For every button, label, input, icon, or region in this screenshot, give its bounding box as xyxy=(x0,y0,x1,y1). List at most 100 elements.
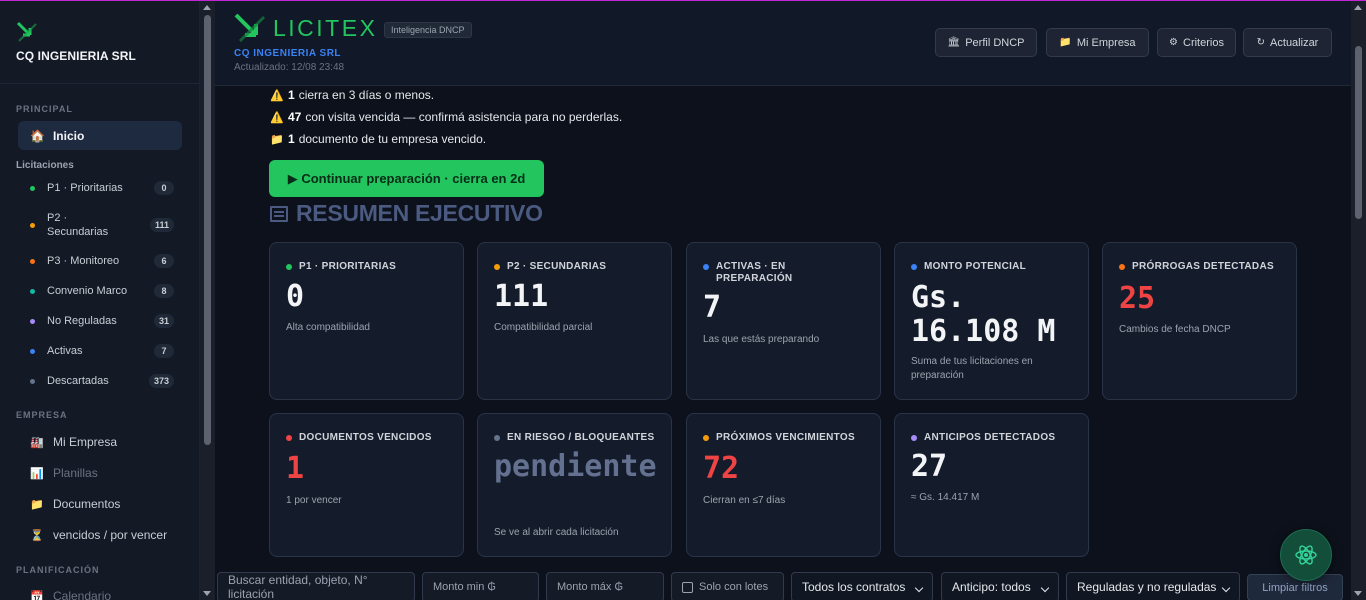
scrollbar-thumb[interactable] xyxy=(204,15,211,445)
card-title: MONTO POTENCIAL xyxy=(924,261,1027,272)
scroll-down-icon[interactable] xyxy=(1354,591,1362,596)
scroll-down-icon[interactable] xyxy=(203,591,211,596)
sidebar-item-descartadas[interactable]: Descartadas 373 xyxy=(30,374,174,388)
card-en-riesgo[interactable]: EN RIESGO / BLOQUEANTES pendiente Se ve … xyxy=(477,413,672,557)
alert-visits-expired: ⚠️ 47 con visita vencida — confirmá asis… xyxy=(270,110,622,124)
status-dot xyxy=(286,264,292,270)
status-dot xyxy=(1119,264,1125,270)
solo-lotes-checkbox[interactable]: Solo con lotes xyxy=(671,572,784,600)
sidebar-item-inicio[interactable]: 🏠 Inicio xyxy=(18,121,182,150)
card-value: 25 xyxy=(1119,281,1156,316)
card-value: 7 xyxy=(703,290,722,325)
sidebar-item-p1[interactable]: P1 · Prioritarias 0 xyxy=(30,181,174,195)
sidebar-item-activas[interactable]: Activas 7 xyxy=(30,344,174,358)
reguladas-select[interactable]: Reguladas y no reguladas xyxy=(1066,572,1240,600)
status-dot xyxy=(30,185,35,191)
count-badge: 111 xyxy=(149,218,174,232)
filter-bar: Buscar entidad, objeto, N° licitación Mo… xyxy=(215,571,1351,600)
card-subtitle: Cierran en ≤7 días xyxy=(703,495,786,506)
sidebar-item-label: Descartadas xyxy=(47,375,109,387)
calendar-icon: 📅 xyxy=(30,590,44,600)
card-subtitle: Suma de tus licitaciones en preparación xyxy=(911,356,1033,381)
card-monto-potencial[interactable]: MONTO POTENCIAL Gs. 16.108 M Suma de tus… xyxy=(894,242,1089,400)
alert-count: 47 xyxy=(288,110,302,124)
card-p2-secundarias[interactable]: P2 · SECUNDARIAS 111 Compatibilidad parc… xyxy=(477,242,672,400)
scroll-up-icon[interactable] xyxy=(203,5,211,10)
mi-empresa-button[interactable]: 📁 Mi Empresa xyxy=(1046,28,1149,57)
monto-min-input[interactable]: Monto min ₲ xyxy=(422,572,539,600)
monto-max-input[interactable]: Monto máx ₲ xyxy=(546,572,664,600)
sidebar-divider xyxy=(0,83,199,84)
alert-count: 1 xyxy=(288,132,295,146)
card-subtitle: ≈ Gs. 14.417 M xyxy=(911,492,980,503)
sidebar-item-vencidos[interactable]: ⏳ vencidos / por vencer xyxy=(30,528,167,542)
sidebar-item-p3[interactable]: P3 · Monitoreo 6 xyxy=(30,254,174,268)
brand-tag: Inteligencia DNCP xyxy=(384,22,472,38)
status-dot xyxy=(703,264,709,270)
licitex-logo-icon xyxy=(16,21,37,42)
criterios-button[interactable]: ⚙ Criterios xyxy=(1157,28,1236,57)
hourglass-icon: ⏳ xyxy=(30,529,44,542)
scroll-up-icon[interactable] xyxy=(1354,5,1362,10)
assistant-button[interactable] xyxy=(1280,529,1332,581)
actualizar-button[interactable]: ↻ Actualizar xyxy=(1243,28,1332,57)
sidebar-item-documentos[interactable]: 📁 Documentos xyxy=(30,497,120,511)
sidebar-scrollbar[interactable] xyxy=(200,1,215,600)
alert-closing-soon: ⚠️ 1 cierra en 3 días o menos. xyxy=(270,88,434,102)
status-dot xyxy=(30,222,35,228)
card-value: 1 xyxy=(286,451,305,486)
search-input[interactable]: Buscar entidad, objeto, N° licitación xyxy=(217,572,415,600)
count-badge: 7 xyxy=(154,344,174,358)
chart-icon: 📊 xyxy=(30,467,44,480)
card-p1-prioritarias[interactable]: P1 · PRIORITARIAS 0 Alta compatibilidad xyxy=(269,242,464,400)
sidebar-item-label: Planillas xyxy=(53,466,98,480)
card-value: Gs. 16.108 M xyxy=(911,280,1056,349)
sidebar-item-label: Documentos xyxy=(53,497,121,511)
scrollbar-thumb[interactable] xyxy=(1355,46,1362,219)
card-anticipos[interactable]: ANTICIPOS DETECTADOS 27 ≈ Gs. 14.417 M xyxy=(894,413,1089,557)
sidebar-section-principal: PRINCIPAL xyxy=(16,104,73,114)
status-dot xyxy=(494,435,500,441)
sidebar-item-p2[interactable]: P2 · Secundarias 111 xyxy=(30,211,174,239)
sidebar-item-label: Convenio Marco xyxy=(47,285,128,297)
gear-icon: ⚙ xyxy=(1169,37,1178,48)
card-documentos-vencidos[interactable]: DOCUMENTOS VENCIDOS 1 1 por vencer xyxy=(269,413,464,557)
status-dot xyxy=(494,264,500,270)
status-dot xyxy=(30,258,35,264)
folder-icon: 📁 xyxy=(270,133,284,146)
sidebar-item-mi-empresa[interactable]: 🏭 Mi Empresa xyxy=(30,435,117,449)
checkbox-box[interactable] xyxy=(682,581,693,593)
sidebar-item-no-reguladas[interactable]: No Reguladas 31 xyxy=(30,314,174,328)
bank-icon: 🏛 xyxy=(947,37,961,48)
button-label: Perfil DNCP xyxy=(965,36,1025,49)
sidebar-item-label: P1 · Prioritarias xyxy=(47,182,123,194)
sidebar-item-planillas[interactable]: 📊 Planillas xyxy=(30,466,98,480)
sidebar-item-convenio-marco[interactable]: Convenio Marco 8 xyxy=(30,284,174,298)
card-prorrogas[interactable]: PRÓRROGAS DETECTADAS 25 Cambios de fecha… xyxy=(1102,242,1297,400)
sidebar: CQ INGENIERIA SRL PRINCIPAL 🏠 Inicio Lic… xyxy=(0,1,200,600)
count-badge: 6 xyxy=(154,254,174,268)
main-scrollbar[interactable] xyxy=(1351,1,1366,600)
anticipo-select[interactable]: Anticipo: todos xyxy=(941,572,1059,600)
card-activas[interactable]: ACTIVAS · EN PREPARACIÓN 7 Las que estás… xyxy=(686,242,881,400)
sidebar-company-name: CQ INGENIERIA SRL xyxy=(16,49,136,63)
card-subtitle: 1 por vencer xyxy=(286,495,342,506)
button-label: Mi Empresa xyxy=(1076,36,1136,49)
status-dot xyxy=(30,318,35,324)
card-title: P1 · PRIORITARIAS xyxy=(299,261,397,272)
sidebar-item-calendario[interactable]: 📅 Calendario xyxy=(30,589,111,600)
card-proximos-vencimientos[interactable]: PRÓXIMOS VENCIMIENTOS 72 Cierran en ≤7 d… xyxy=(686,413,881,557)
alert-text: cierra en 3 días o menos. xyxy=(298,88,435,102)
sidebar-item-label: P3 · Monitoreo xyxy=(47,255,120,267)
card-value: 0 xyxy=(286,279,305,314)
card-value: 111 xyxy=(494,279,549,314)
brand-name: LICITEX xyxy=(273,15,378,41)
licitex-logo-icon xyxy=(234,13,266,43)
contratos-select[interactable]: Todos los contratos xyxy=(791,572,933,600)
perfil-dncp-button[interactable]: 🏛 Perfil DNCP xyxy=(935,28,1037,57)
folder-icon: 📁 xyxy=(1059,37,1072,48)
house-icon: 🏠 xyxy=(30,128,45,143)
sidebar-item-label: vencidos / por vencer xyxy=(53,528,168,542)
continue-preparation-button[interactable]: ▶ Continuar preparación · cierra en 2d xyxy=(269,160,544,197)
alert-text: con visita vencida — confirmá asistencia… xyxy=(305,110,623,124)
